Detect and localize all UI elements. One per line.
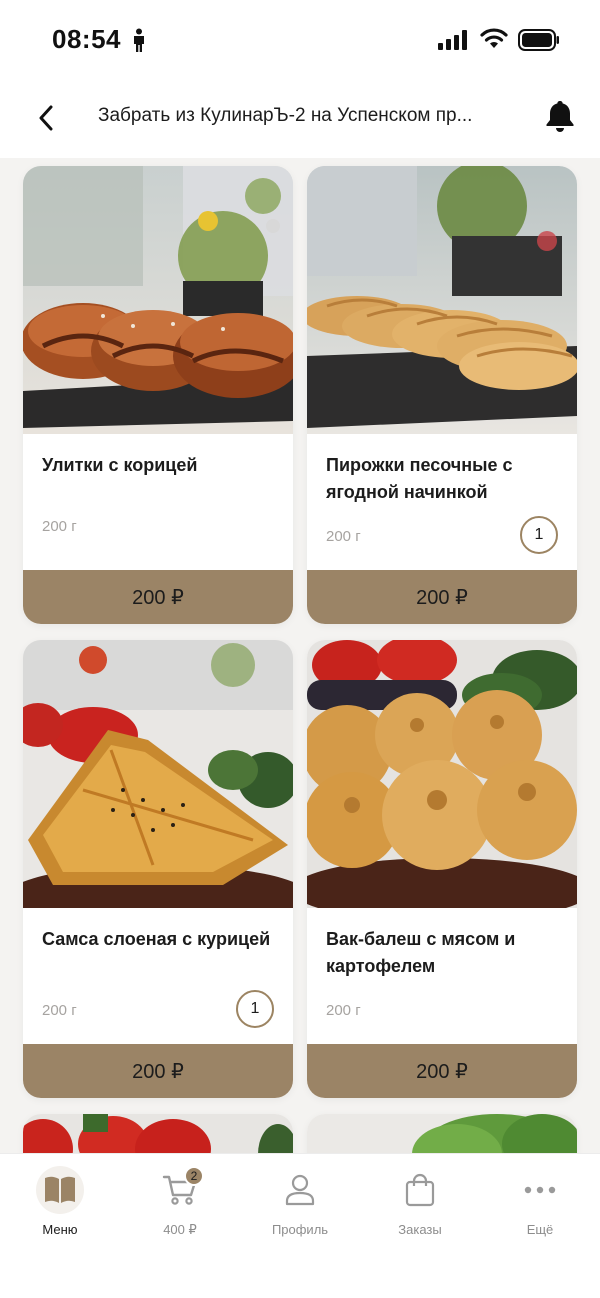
person-icon xyxy=(285,1174,315,1206)
tab-label: Ещё xyxy=(526,1222,554,1237)
bag-icon xyxy=(405,1173,435,1207)
product-card[interactable]: Самса слоеная с курицей 200 г 1 200 ₽ xyxy=(23,640,293,1098)
tab-label: Заказы xyxy=(398,1222,442,1237)
product-weight: 200 г xyxy=(326,1002,361,1019)
product-title: Улитки с корицей xyxy=(42,455,198,475)
product-title: Вак-балеш с мясом и картофелем xyxy=(326,929,516,976)
product-image xyxy=(307,640,577,908)
product-image xyxy=(23,166,293,434)
product-card[interactable]: Улитки с корицей 200 г 200 ₽ xyxy=(23,166,293,624)
product-title: Пирожки песочные с ягодной начинкой xyxy=(326,455,513,502)
product-card[interactable]: Вак-балеш с мясом и картофелем 200 г 200… xyxy=(307,640,577,1098)
header: Забрать из КулинарЪ-2 на Успенском пр... xyxy=(0,80,600,158)
tab-cart[interactable]: 2 400 ₽ xyxy=(120,1154,240,1246)
tab-icon-wrap: 2 xyxy=(156,1166,204,1214)
price-button[interactable]: 200 ₽ xyxy=(23,1044,293,1098)
tab-label: Меню xyxy=(42,1222,78,1237)
page-title: Забрать из КулинарЪ-2 на Успенском пр... xyxy=(98,105,473,126)
tab-profile[interactable]: Профиль xyxy=(240,1154,360,1246)
product-weight: 200 г xyxy=(326,528,361,545)
product-card[interactable]: Пирожки песочные с ягодной начинкой 200 … xyxy=(307,166,577,624)
person-icon xyxy=(134,28,144,52)
quantity-badge[interactable]: 1 xyxy=(520,516,558,554)
tab-icon-wrap xyxy=(276,1166,324,1214)
bell-icon xyxy=(546,101,574,132)
price-button[interactable]: 200 ₽ xyxy=(23,570,293,624)
tab-icon-wrap xyxy=(516,1166,564,1214)
signal-icon xyxy=(438,30,467,50)
product-title: Самса слоеная с курицей xyxy=(42,929,271,949)
product-weight: 200 г xyxy=(42,1002,77,1019)
more-icon xyxy=(524,1186,556,1194)
status-bar: 08:54 xyxy=(0,0,600,80)
notifications-button[interactable] xyxy=(540,96,580,136)
chevron-left-icon xyxy=(39,105,53,131)
price-button[interactable]: 200 ₽ xyxy=(307,1044,577,1098)
product-weight: 200 г xyxy=(42,518,77,535)
product-image xyxy=(23,640,293,908)
wifi-icon xyxy=(480,28,508,48)
status-time: 08:54 xyxy=(52,24,121,54)
product-image xyxy=(307,166,577,434)
app-screen: 08:54 Забрать из КулинарЪ-2 на Успенском… xyxy=(0,0,600,1298)
tab-icon-wrap xyxy=(36,1166,84,1214)
cart-count-badge: 2 xyxy=(184,1166,204,1186)
battery-icon xyxy=(518,29,559,51)
tab-bar: Меню 2 400 ₽ Профиль Заказы Ещё xyxy=(0,1153,600,1298)
tab-label: Профиль xyxy=(271,1222,329,1237)
tab-more[interactable]: Ещё xyxy=(480,1154,600,1246)
book-icon xyxy=(45,1176,75,1203)
price-button[interactable]: 200 ₽ xyxy=(307,570,577,624)
quantity-badge[interactable]: 1 xyxy=(236,990,274,1028)
tab-orders[interactable]: Заказы xyxy=(360,1154,480,1246)
tab-label: 400 ₽ xyxy=(163,1222,197,1237)
tab-icon-wrap xyxy=(396,1166,444,1214)
back-button[interactable] xyxy=(28,98,64,138)
tab-menu[interactable]: Меню xyxy=(0,1154,120,1246)
